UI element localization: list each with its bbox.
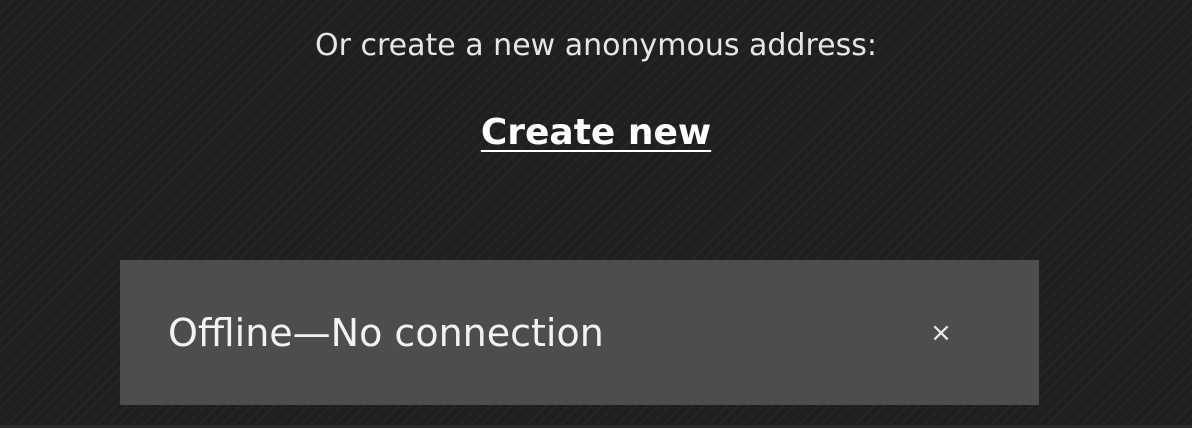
create-new-link[interactable]: Create new (481, 112, 711, 153)
create-new-container: Create new (0, 110, 1192, 156)
create-address-prompt: Or create a new anonymous address: (315, 28, 877, 63)
offline-toast: Offline—No connection × (120, 260, 1039, 405)
close-icon[interactable]: × (921, 313, 961, 353)
toast-message: Offline—No connection (168, 310, 604, 355)
